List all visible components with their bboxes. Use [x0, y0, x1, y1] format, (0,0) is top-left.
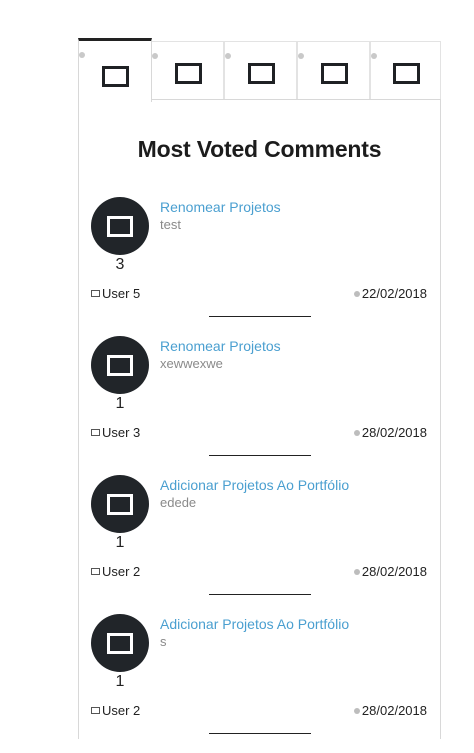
clock-icon: [353, 291, 360, 297]
author-name: User 3: [102, 425, 141, 440]
date-value: 28/02/2018: [361, 564, 427, 579]
avatar: [91, 614, 149, 672]
comment-date: 28/02/2018: [353, 703, 427, 718]
comment-date: 28/02/2018: [353, 564, 427, 579]
clock-icon: [353, 569, 360, 575]
comment-author: User 5: [91, 286, 140, 301]
avatar: [91, 336, 149, 394]
author-name: User 5: [102, 286, 141, 301]
tab-1[interactable]: [78, 38, 152, 102]
window-icon: [392, 62, 420, 84]
most-voted-widget: Most Voted Comments 3 Renomear Projetos …: [78, 38, 441, 739]
user-icon: [91, 707, 100, 714]
comment-text: edede: [160, 495, 197, 510]
panel-title: Most Voted Comments: [137, 136, 382, 162]
date-value: 22/02/2018: [361, 286, 427, 301]
window-icon: [320, 62, 348, 84]
tab-bar: [78, 38, 441, 102]
user-icon: [91, 429, 100, 436]
window-icon: [102, 65, 129, 87]
vote-count: 3: [115, 256, 125, 273]
author-name: User 2: [102, 564, 141, 579]
comment-author: User 2: [91, 703, 140, 718]
tab-dot-icon: [371, 53, 377, 59]
comment-text: xewwexwe: [160, 356, 223, 371]
window-icon: [107, 633, 133, 654]
window-icon: [107, 355, 133, 376]
tab-dot-icon: [225, 53, 231, 59]
tab-4[interactable]: [297, 41, 370, 100]
tab-5[interactable]: [370, 41, 441, 100]
user-icon: [91, 290, 100, 297]
vote-count: 1: [115, 673, 125, 690]
comment-author: User 2: [91, 564, 140, 579]
vote-count: 1: [115, 534, 125, 551]
divider: [209, 455, 311, 456]
comment-item: 1 Renomear Projetos xewwexwe User 3 28/0…: [79, 336, 440, 475]
avatar: [91, 475, 149, 533]
tab-dot-icon: [152, 53, 158, 59]
tab-2[interactable]: [151, 41, 224, 100]
tab-dot-icon: [79, 52, 85, 58]
date-value: 28/02/2018: [361, 703, 427, 718]
window-icon: [174, 62, 202, 84]
window-icon: [107, 216, 133, 237]
divider: [209, 594, 311, 595]
clock-icon: [353, 430, 360, 436]
author-name: User 2: [102, 703, 141, 718]
vote-count: 1: [115, 395, 125, 412]
comment-date: 22/02/2018: [353, 286, 427, 301]
clock-icon: [353, 708, 360, 714]
comments-panel: Most Voted Comments 3 Renomear Projetos …: [78, 99, 441, 739]
comment-title-link[interactable]: Renomear Projetos: [160, 338, 281, 354]
user-icon: [91, 568, 100, 575]
comment-item: 3 Renomear Projetos test User 5 22/02/20…: [79, 197, 440, 336]
divider: [209, 733, 311, 734]
divider: [209, 316, 311, 317]
comment-author: User 3: [91, 425, 140, 440]
comment-item: 1 Adicionar Projetos Ao Portfólio s User…: [79, 614, 440, 753]
window-icon: [107, 494, 133, 515]
comment-title-link[interactable]: Adicionar Projetos Ao Portfólio: [160, 616, 349, 632]
tab-dot-icon: [298, 53, 304, 59]
date-value: 28/02/2018: [361, 425, 427, 440]
tab-3[interactable]: [224, 41, 297, 100]
comment-item: 1 Adicionar Projetos Ao Portfólio edede …: [79, 475, 440, 614]
comment-date: 28/02/2018: [353, 425, 427, 440]
avatar: [91, 197, 149, 255]
comment-text: s: [160, 634, 167, 649]
comment-title-link[interactable]: Renomear Projetos: [160, 199, 281, 215]
comment-title-link[interactable]: Adicionar Projetos Ao Portfólio: [160, 477, 349, 493]
window-icon: [247, 62, 275, 84]
comment-text: test: [160, 217, 181, 232]
